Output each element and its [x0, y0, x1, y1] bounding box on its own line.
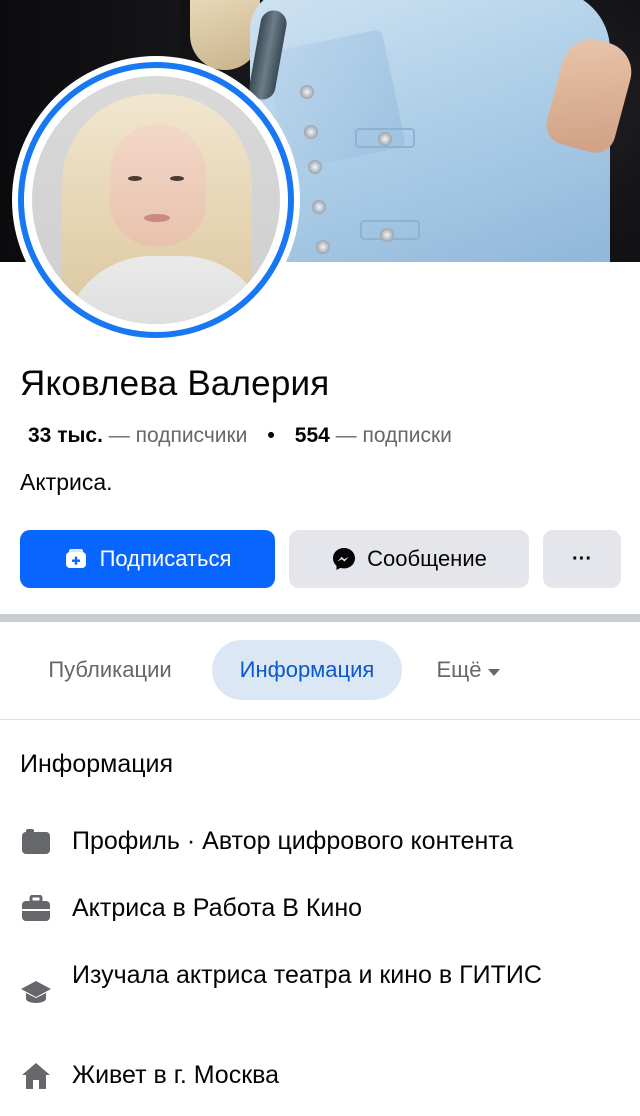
- avatar-eye: [170, 176, 184, 181]
- graduation-cap-icon: [20, 975, 52, 1008]
- tabs-divider: [0, 719, 640, 720]
- section-divider: [0, 614, 640, 622]
- info-item-text: Профиль · Автор цифрового контента: [72, 827, 514, 855]
- profile-stats: 33 тыс. — подписчики • 554 — подписки: [28, 424, 452, 448]
- more-options-button[interactable]: ···: [543, 530, 621, 588]
- cover-jacket-button: [380, 228, 394, 242]
- info-section-title: Информация: [20, 750, 174, 778]
- tab-more[interactable]: Ещё: [418, 640, 518, 700]
- avatar-story-ring: [18, 62, 294, 338]
- profile-name: Яковлева Валерия: [20, 364, 330, 403]
- follow-button[interactable]: Подписаться: [20, 530, 275, 588]
- caret-down-icon: [487, 657, 500, 683]
- following-count[interactable]: 554: [295, 424, 330, 448]
- followers-label[interactable]: — подписчики: [103, 424, 248, 448]
- cover-jacket-button: [316, 240, 330, 254]
- info-item-text: Актриса в Работа В Кино: [72, 894, 363, 922]
- info-item-text: Живет в г. Москва: [72, 1061, 280, 1089]
- avatar-lips: [144, 214, 170, 222]
- follow-button-label: Подписаться: [99, 546, 232, 571]
- stats-separator-dot: •: [267, 424, 275, 447]
- cover-jacket-button: [378, 132, 392, 146]
- tab-posts[interactable]: Публикации: [20, 640, 200, 700]
- follow-icon: [64, 547, 90, 571]
- cover-jacket-button: [304, 125, 318, 139]
- info-item: Актриса в Работа В Кино: [20, 892, 592, 925]
- tab-info[interactable]: Информация: [212, 640, 402, 700]
- messenger-icon: [331, 546, 357, 572]
- info-item: Изучала актриса театра и кино в ГИТИС: [20, 959, 592, 1008]
- info-item-text: Изучала актриса театра и кино в ГИТИС: [72, 961, 542, 989]
- avatar-photo: [32, 76, 280, 324]
- profile-tabs: Публикации Информация Ещё: [0, 640, 640, 702]
- info-item: Профиль · Автор цифрового контента: [20, 825, 592, 858]
- followers-count[interactable]: 33 тыс.: [28, 424, 103, 448]
- profile-bio: Актриса.: [20, 469, 113, 495]
- info-item: Живет в г. Москва: [20, 1059, 592, 1092]
- avatar[interactable]: [12, 56, 300, 344]
- following-label[interactable]: — подписки: [330, 424, 452, 448]
- avatar-eye: [128, 176, 142, 181]
- avatar-face: [110, 124, 206, 246]
- home-icon: [20, 1059, 52, 1092]
- cover-jacket-button: [308, 160, 322, 174]
- briefcase-icon: [20, 892, 52, 925]
- message-button-label: Сообщение: [367, 546, 487, 571]
- cover-jacket-button: [300, 85, 314, 99]
- cover-jacket-button: [312, 200, 326, 214]
- more-dots-icon: ···: [572, 547, 592, 570]
- profile-icon: [20, 825, 52, 858]
- tab-more-label: Ещё: [436, 657, 482, 682]
- message-button[interactable]: Сообщение: [289, 530, 529, 588]
